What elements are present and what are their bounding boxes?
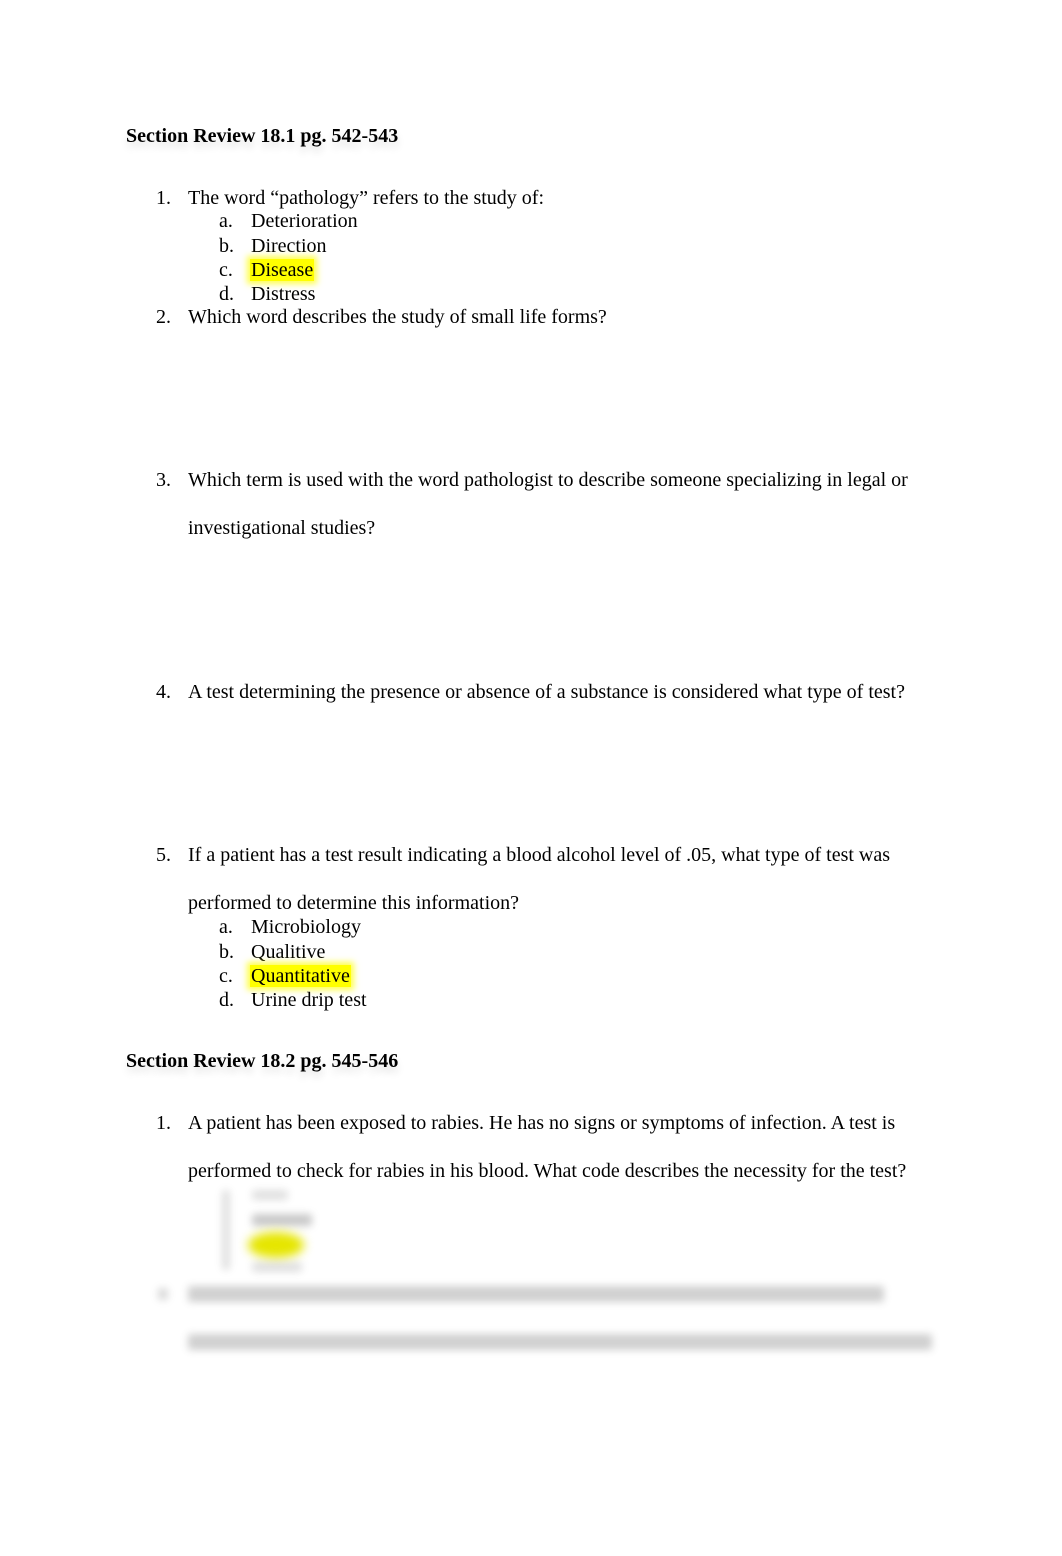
option-letter: b. [219,941,234,963]
option-text: Urine drip test [251,989,367,1011]
question-text: A patient has been exposed to rabies. He… [188,1112,896,1134]
question-text: performed to check for rabies in his blo… [188,1160,907,1182]
option-letter: c. [219,259,233,281]
option-letter: d. [219,283,234,305]
option-letter: c. [219,965,233,987]
option-text-highlighted: Disease [250,259,315,281]
question-text: If a patient has a test result indicatin… [188,844,891,866]
option-text: Deterioration [251,210,358,232]
question-text: Which word describes the study of small … [188,306,607,328]
blurred-highlight [248,1232,304,1258]
option-text: Qualitive [251,941,326,963]
option-text: Direction [251,235,327,257]
question-number: 1. [156,187,171,209]
question-text: A test determining the presence or absen… [188,681,905,703]
option-letter: d. [219,989,234,1011]
section-heading: Section Review 18.1 pg. 542-543 [126,125,399,147]
question-text: investigational studies? [188,517,376,539]
option-text: Distress [251,283,316,305]
option-letter: a. [219,210,233,232]
question-number: 3. [156,469,171,491]
section-heading: Section Review 18.2 pg. 545-546 [126,1050,399,1072]
option-text: Microbiology [251,916,361,938]
question-number: 5. [156,844,171,866]
question-number: 2. [156,306,171,328]
option-letter: b. [219,235,234,257]
question-text: The word “pathology” refers to the study… [188,187,545,209]
option-letter: a. [219,916,233,938]
question-number: 4. [156,681,171,703]
option-text-highlighted: Quantitative [250,965,351,987]
question-text: Which term is used with the word patholo… [188,469,908,491]
question-number: 1. [156,1112,171,1134]
question-text: performed to determine this information? [188,892,520,914]
